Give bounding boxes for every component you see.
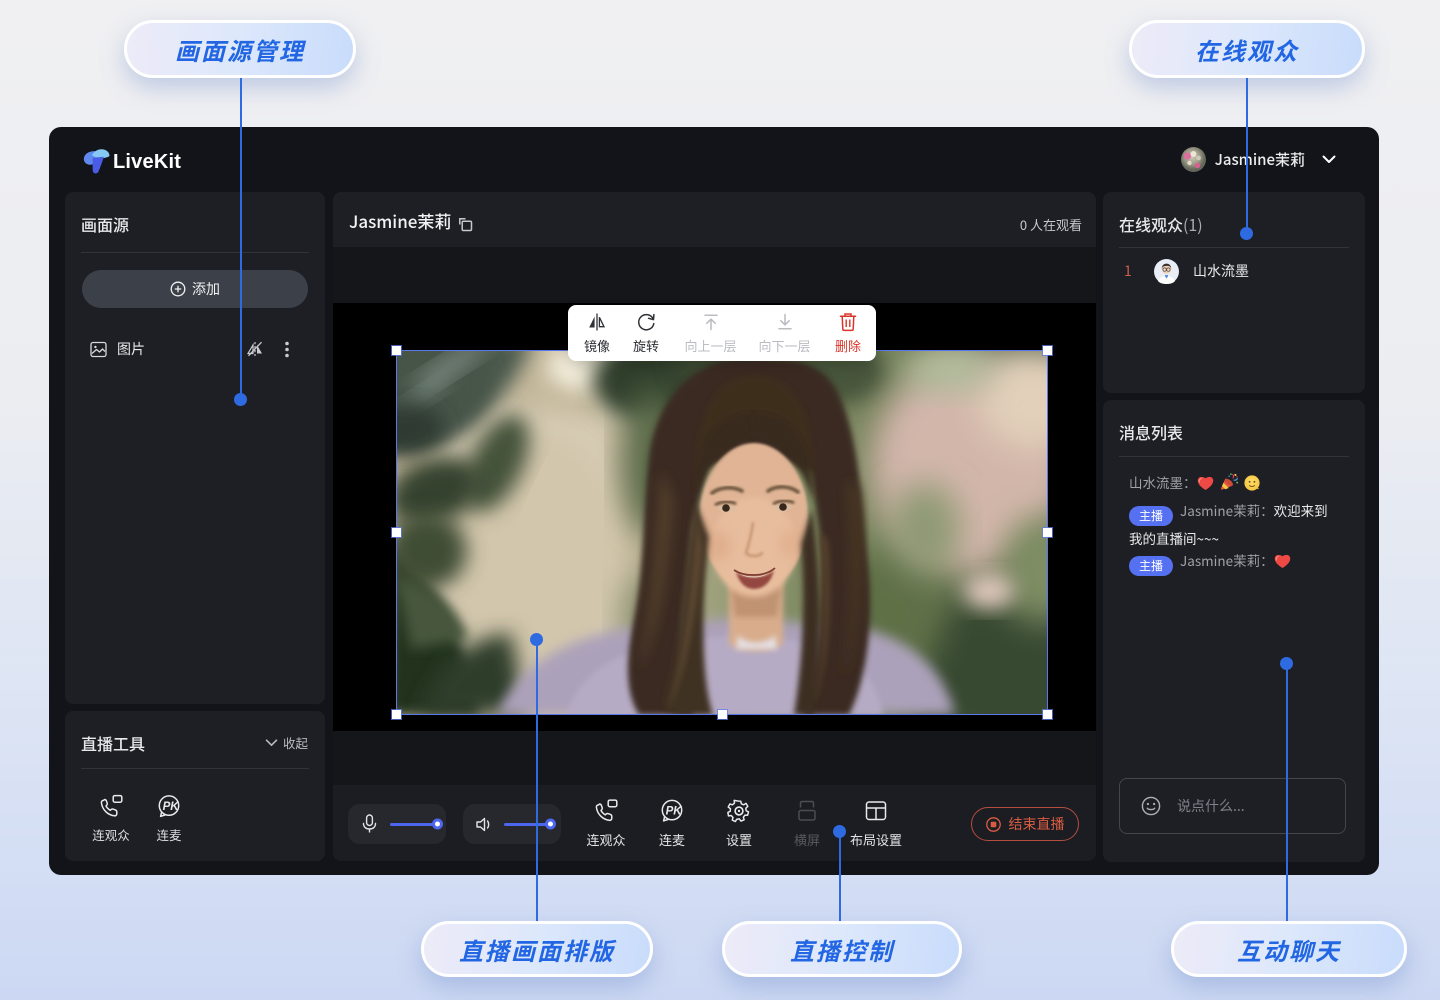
svg-text:PK: PK [666, 805, 683, 817]
svg-text:PK: PK [163, 801, 180, 813]
